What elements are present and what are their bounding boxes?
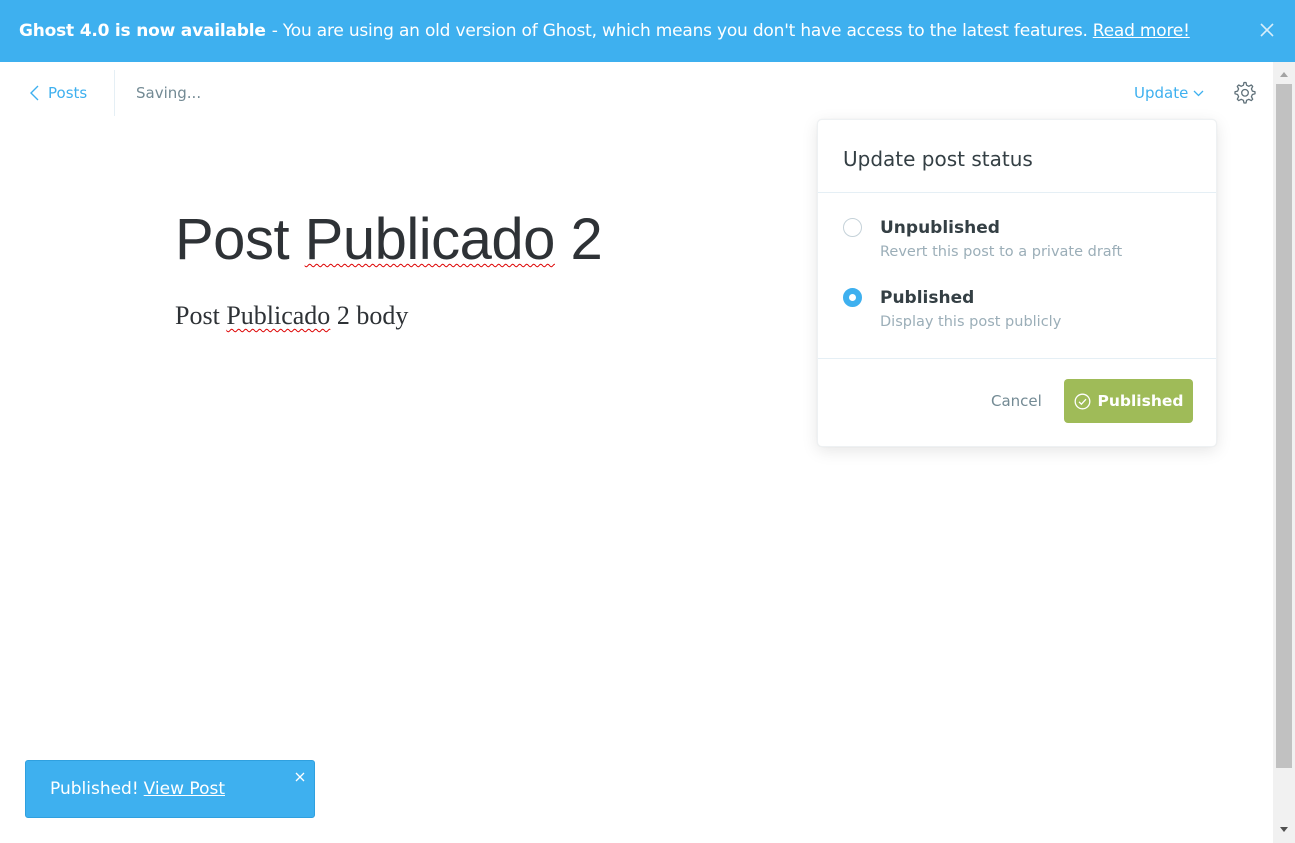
popover-title: Update post status xyxy=(843,147,1033,171)
scrollbar-thumb[interactable] xyxy=(1276,84,1292,768)
update-label: Update xyxy=(1134,84,1189,102)
scroll-up-arrow-icon[interactable] xyxy=(1273,66,1295,80)
editor-header: Posts Saving... Update xyxy=(0,62,1273,126)
post-title-part-misspelled: Publicado xyxy=(304,207,556,272)
option-description: Display this post publicly xyxy=(880,314,1062,330)
option-label: Published xyxy=(880,288,975,308)
post-title-part: 2 xyxy=(554,207,603,272)
post-body[interactable]: Post Publicado 2 body xyxy=(175,301,408,331)
post-body-part: Post xyxy=(175,301,227,330)
chevron-down-icon xyxy=(1193,90,1204,96)
notification-message: Published! xyxy=(50,779,139,799)
header-divider xyxy=(114,70,115,116)
banner-headline: Ghost 4.0 is now available xyxy=(19,21,266,41)
gear-icon[interactable] xyxy=(1233,81,1257,105)
post-title[interactable]: Post Publicado 2 xyxy=(175,206,603,273)
banner-message: - You are using an old version of Ghost,… xyxy=(271,21,1088,41)
update-dropdown-trigger[interactable]: Update xyxy=(1134,84,1204,102)
back-link-label: Posts xyxy=(48,84,88,102)
published-notification: Published! View Post xyxy=(25,760,315,818)
popover-divider xyxy=(818,192,1216,193)
banner-read-more-link[interactable]: Read more! xyxy=(1093,21,1190,41)
view-post-link[interactable]: View Post xyxy=(144,779,225,799)
close-icon[interactable] xyxy=(1257,20,1277,40)
published-button[interactable]: Published xyxy=(1064,379,1193,423)
post-body-part: 2 body xyxy=(330,301,409,330)
published-radio[interactable] xyxy=(843,288,862,307)
chevron-left-icon xyxy=(30,85,39,101)
scroll-down-arrow-icon[interactable] xyxy=(1273,822,1295,836)
save-status: Saving... xyxy=(136,84,202,102)
unpublished-radio[interactable] xyxy=(843,218,862,237)
post-title-part: Post xyxy=(175,207,305,272)
upgrade-banner: Ghost 4.0 is now available - You are usi… xyxy=(0,0,1295,62)
option-description: Revert this post to a private draft xyxy=(880,244,1123,260)
cancel-button[interactable]: Cancel xyxy=(991,392,1042,410)
update-status-popover: Update post status Unpublished Revert th… xyxy=(817,119,1217,447)
check-circle-icon xyxy=(1074,393,1090,409)
back-to-posts-link[interactable]: Posts xyxy=(30,82,87,104)
post-body-part-misspelled: Publicado xyxy=(226,301,331,330)
popover-divider xyxy=(818,358,1216,359)
option-label: Unpublished xyxy=(880,218,1000,238)
vertical-scrollbar[interactable] xyxy=(1273,62,1295,843)
close-icon[interactable] xyxy=(294,768,306,782)
published-button-label: Published xyxy=(1097,392,1184,410)
